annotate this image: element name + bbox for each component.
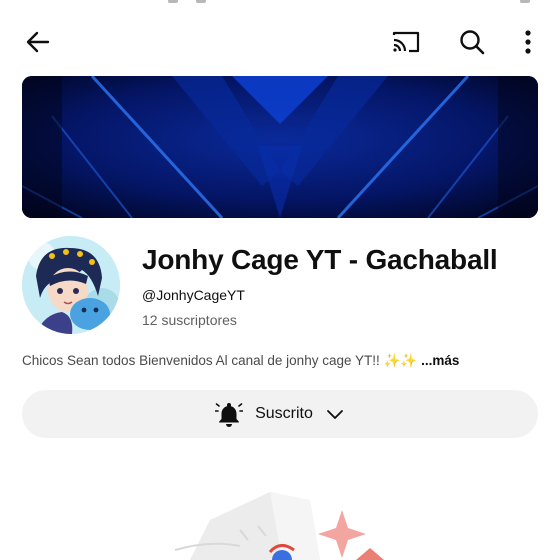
more-options-button[interactable] [508,22,548,62]
subscribed-label: Suscrito [255,405,313,422]
status-indicator [520,0,530,3]
status-bar [0,0,560,8]
status-indicator [196,0,206,3]
cast-icon [392,31,420,53]
channel-avatar[interactable] [22,236,120,334]
cast-button[interactable] [386,22,426,62]
channel-description[interactable]: Chicos Sean todos Bienvenidos Al canal d… [22,353,542,369]
status-indicator [168,0,178,3]
channel-banner [22,76,538,218]
bell-icon [215,403,244,427]
back-button[interactable] [18,22,58,62]
subscriber-count: 12 suscriptores [142,312,237,328]
more-link[interactable]: ...más [421,353,459,368]
sparkles-emoji: ✨✨ [383,353,418,368]
arrow-left-icon [26,31,50,53]
search-button[interactable] [452,22,492,62]
channel-handle: @JonhyCageYT [142,287,245,303]
channel-title: Jonhy Cage YT - Gachaball [142,244,498,275]
description-text: Chicos Sean todos Bienvenidos Al canal d… [22,353,384,368]
search-icon [460,30,485,55]
empty-state-illustration [170,470,400,560]
subscribed-button[interactable]: Suscrito [22,390,538,438]
more-vert-icon [525,30,531,54]
chevron-down-icon [326,410,343,419]
top-app-bar [0,22,560,66]
